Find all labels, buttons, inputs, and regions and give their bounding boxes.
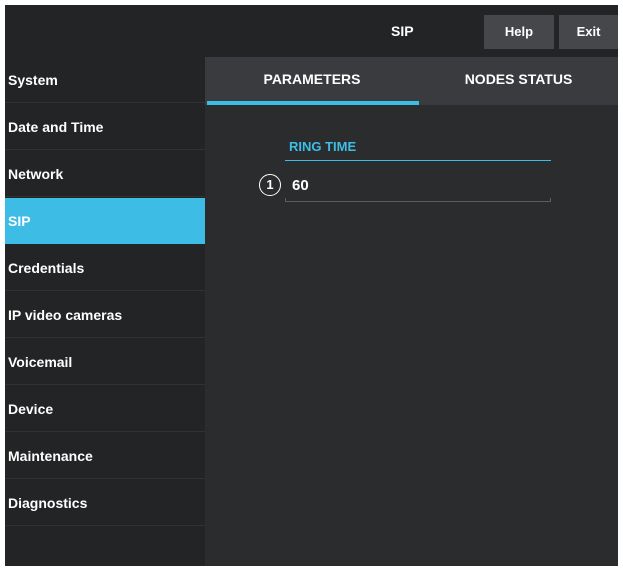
tab-bar: PARAMETERS NODES STATUS [205, 57, 618, 105]
ring-time-input[interactable] [289, 173, 552, 197]
sidebar-item-ip-video-cameras[interactable]: IP video cameras [5, 292, 205, 338]
callout-marker: 1 [259, 174, 281, 196]
sidebar-item-network[interactable]: Network [5, 151, 205, 197]
help-button[interactable]: Help [484, 15, 554, 49]
sidebar-item-credentials[interactable]: Credentials [5, 245, 205, 291]
app-screen: SIP Help Exit System Date and Time Netwo… [5, 5, 618, 566]
active-tab-indicator [207, 101, 419, 105]
tab-nodes-status[interactable]: NODES STATUS [419, 57, 618, 105]
sidebar-item-system[interactable]: System [5, 57, 205, 103]
ring-time-label-underline [285, 160, 551, 161]
tab-parameters[interactable]: PARAMETERS [205, 57, 419, 105]
sidebar-item-diagnostics[interactable]: Diagnostics [5, 480, 205, 526]
ring-time-label: RING TIME [289, 139, 357, 154]
ring-time-input-underline [285, 198, 551, 202]
sidebar-item-date-and-time[interactable]: Date and Time [5, 104, 205, 150]
page-title: SIP [391, 23, 414, 39]
sidebar: System Date and Time Network SIP Credent… [5, 57, 205, 566]
exit-button[interactable]: Exit [559, 15, 618, 49]
sidebar-item-sip[interactable]: SIP [5, 198, 205, 244]
sidebar-item-device[interactable]: Device [5, 386, 205, 432]
sidebar-item-voicemail[interactable]: Voicemail [5, 339, 205, 385]
top-bar: SIP Help Exit [5, 5, 618, 57]
sidebar-item-maintenance[interactable]: Maintenance [5, 433, 205, 479]
